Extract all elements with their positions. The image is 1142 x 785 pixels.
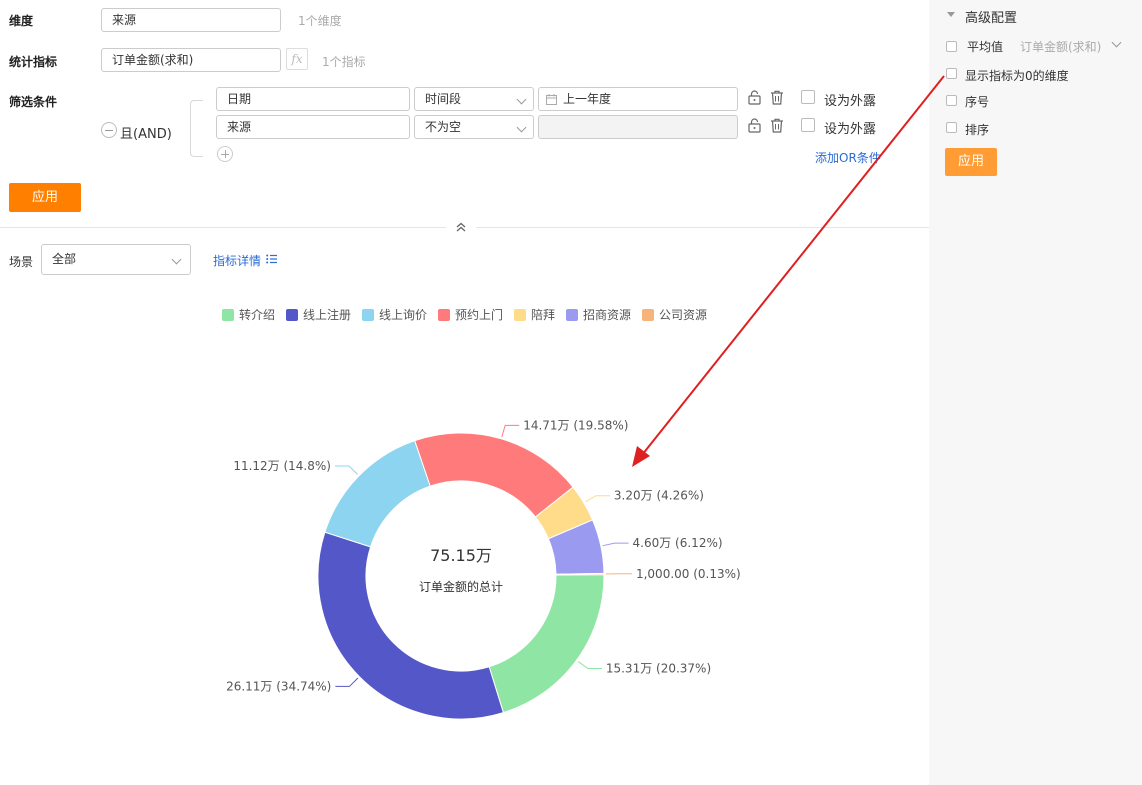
index-label: 序号 xyxy=(965,95,990,109)
show-zero-label: 显示指标为0的维度 xyxy=(965,69,1069,83)
slice-leader-line xyxy=(334,465,358,475)
chart-center-value: 75.15万 xyxy=(430,546,492,565)
slice-data-label: 4.60万 (6.12%) xyxy=(633,536,723,550)
index-checkbox[interactable] xyxy=(946,95,957,106)
chart-center-label: 订单金额的总计 xyxy=(419,579,503,594)
slice-data-label: 26.11万 (34.74%) xyxy=(226,679,331,693)
advanced-config-panel: 高级配置 平均值 订单金额(求和) 显示指标为0的维度 序号 排序 应用 xyxy=(929,0,1142,785)
slice-data-label: 15.31万 (20.37%) xyxy=(606,661,711,675)
donut-slice[interactable] xyxy=(414,432,574,518)
slice-leader-line xyxy=(577,661,602,669)
advanced-config-title[interactable]: 高级配置 xyxy=(965,7,1017,26)
slice-data-label: 11.12万 (14.8%) xyxy=(233,459,331,473)
sort-checkbox[interactable] xyxy=(946,122,957,133)
donut-slice[interactable] xyxy=(488,574,605,714)
slice-leader-line xyxy=(501,424,520,438)
slice-data-label: 1,000.00 (0.13%) xyxy=(636,567,741,581)
average-checkbox[interactable] xyxy=(946,41,957,52)
slice-leader-line xyxy=(335,677,359,687)
average-metric-select[interactable]: 订单金额(求和) xyxy=(1020,38,1101,55)
slice-leader-line xyxy=(602,542,629,547)
chevron-down-icon xyxy=(1111,37,1122,48)
slice-data-label: 3.20万 (4.26%) xyxy=(614,489,704,503)
average-label: 平均值 xyxy=(967,40,1004,54)
show-zero-checkbox[interactable] xyxy=(946,68,957,79)
slice-leader-line xyxy=(585,495,610,503)
slice-data-label: 14.71万 (19.58%) xyxy=(523,418,628,432)
donut-slice[interactable] xyxy=(324,440,431,548)
sort-label: 排序 xyxy=(965,123,990,137)
donut-slice[interactable] xyxy=(555,572,605,576)
caret-down-icon[interactable] xyxy=(947,12,955,18)
donut-chart: 15.31万 (20.37%) 26.11万 (34.74%) 11.12万 (14… xyxy=(226,418,741,720)
side-apply-button[interactable]: 应用 xyxy=(945,148,997,176)
